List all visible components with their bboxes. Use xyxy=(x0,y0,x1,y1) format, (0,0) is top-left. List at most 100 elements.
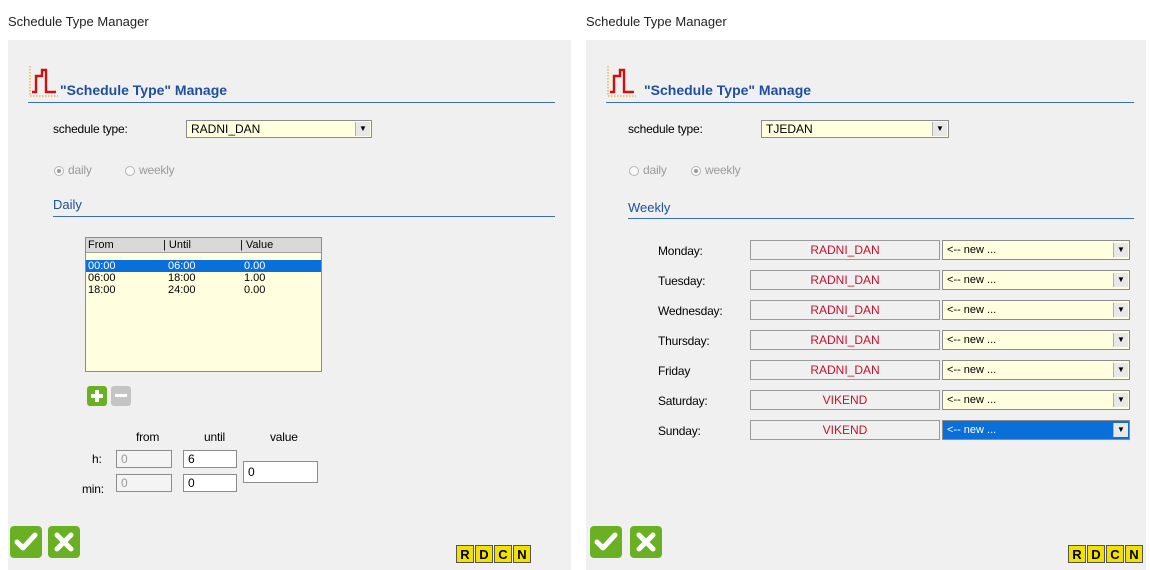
day-type-select[interactable]: <-- new ... ▼ xyxy=(942,360,1130,380)
list-item[interactable]: 06:00 18:00 1.00 xyxy=(86,272,321,284)
schedule-type-manager-window-weekly: Schedule Type Manager "Schedule Type" Ma… xyxy=(578,0,1150,570)
value-input[interactable]: 0 xyxy=(243,461,318,483)
schedule-type-select[interactable]: RADNI_DAN ▼ xyxy=(186,120,372,138)
chevron-down-icon[interactable]: ▼ xyxy=(1113,393,1128,407)
day-type-select[interactable]: <-- new ... ▼ xyxy=(942,330,1130,350)
weekly-radio[interactable] xyxy=(691,166,701,176)
manager-heading: "Schedule Type" Manage xyxy=(644,82,812,98)
cell-until: 06:00 xyxy=(168,260,196,272)
day-type-select[interactable]: <-- new ... ▼ xyxy=(942,420,1130,440)
chevron-down-icon[interactable]: ▼ xyxy=(1113,273,1128,287)
hour-from-input[interactable]: 0 xyxy=(116,450,172,468)
select-value: <-- new ... xyxy=(947,334,997,346)
cell-from: 00:00 xyxy=(88,260,116,272)
chevron-down-icon[interactable]: ▼ xyxy=(1113,423,1128,437)
cell-until: 18:00 xyxy=(168,272,196,284)
confirm-button[interactable] xyxy=(10,526,42,558)
list-item[interactable]: 00:00 06:00 0.00 xyxy=(86,260,321,272)
until-column-label: until xyxy=(204,430,226,444)
select-value: <-- new ... xyxy=(947,364,997,376)
select-value: <-- new ... xyxy=(947,304,997,316)
day-type-field: RADNI_DAN xyxy=(750,270,940,290)
cell-from: 18:00 xyxy=(88,284,116,296)
section-divider xyxy=(53,216,555,217)
n-button[interactable]: N xyxy=(1125,545,1143,563)
chevron-down-icon[interactable]: ▼ xyxy=(1113,243,1128,257)
day-type-value: RADNI_DAN xyxy=(810,363,880,377)
col-header-value[interactable]: | Value xyxy=(240,239,273,251)
chevron-down-icon[interactable]: ▼ xyxy=(1113,333,1128,347)
schedule-type-select[interactable]: TJEDAN ▼ xyxy=(761,120,949,138)
manager-heading: "Schedule Type" Manage xyxy=(60,82,228,98)
section-title-daily: Daily xyxy=(53,197,82,212)
section-title-weekly: Weekly xyxy=(628,200,671,215)
cancel-button[interactable] xyxy=(630,526,662,558)
cell-from: 06:00 xyxy=(88,272,116,284)
daily-radio[interactable] xyxy=(629,166,639,176)
list-header: From | Until | Value xyxy=(86,238,321,253)
day-type-select[interactable]: <-- new ... ▼ xyxy=(942,300,1130,320)
day-label-sunday: Sunday: xyxy=(658,424,701,438)
day-type-select[interactable]: <-- new ... ▼ xyxy=(942,390,1130,410)
list-item[interactable]: 18:00 24:00 0.00 xyxy=(86,284,321,296)
cancel-button[interactable] xyxy=(48,526,80,558)
col-header-until[interactable]: | Until xyxy=(163,239,191,251)
hour-from-value: 0 xyxy=(121,452,128,466)
daily-radio[interactable] xyxy=(54,166,64,176)
n-button[interactable]: N xyxy=(513,545,531,563)
day-label-saturday: Saturday: xyxy=(658,394,708,408)
chevron-down-icon[interactable]: ▼ xyxy=(355,122,370,136)
daily-radio-label: daily xyxy=(643,163,667,177)
minute-until-input[interactable]: 0 xyxy=(183,474,237,492)
checkmark-icon xyxy=(14,532,38,551)
day-type-value: RADNI_DAN xyxy=(810,243,880,257)
d-button[interactable]: D xyxy=(1087,545,1105,563)
value-input-value: 0 xyxy=(248,465,255,479)
heading-divider xyxy=(606,102,1134,103)
day-type-select[interactable]: <-- new ... ▼ xyxy=(942,270,1130,290)
chevron-down-icon[interactable]: ▼ xyxy=(1113,363,1128,377)
from-column-label: from xyxy=(136,430,160,444)
d-button[interactable]: D xyxy=(475,545,493,563)
day-type-field: RADNI_DAN xyxy=(750,240,940,260)
minute-from-input[interactable]: 0 xyxy=(116,474,172,492)
checkmark-icon xyxy=(594,532,618,551)
chevron-down-icon[interactable]: ▼ xyxy=(1113,303,1128,317)
rdcn-toolbar: R D C N xyxy=(1068,545,1143,563)
schedule-logo-icon xyxy=(607,66,636,97)
manager-panel: "Schedule Type" Manage schedule type: TJ… xyxy=(586,40,1146,570)
minute-from-value: 0 xyxy=(121,476,128,490)
remove-interval-button[interactable] xyxy=(111,386,131,406)
cell-value: 0.00 xyxy=(244,260,266,272)
close-icon xyxy=(636,532,656,552)
rdcn-toolbar: R D C N xyxy=(456,545,531,563)
cell-until: 24:00 xyxy=(168,284,196,296)
daily-intervals-list[interactable]: From | Until | Value 00:00 06:00 0.00 06… xyxy=(85,237,322,372)
weekly-radio[interactable] xyxy=(125,166,135,176)
schedule-type-manager-window-daily: Schedule Type Manager "Schedule Type" Ma… xyxy=(0,0,575,570)
add-interval-button[interactable] xyxy=(87,386,107,406)
r-button[interactable]: R xyxy=(456,545,474,563)
weekly-radio-label: weekly xyxy=(139,163,175,177)
hour-until-value: 6 xyxy=(188,452,195,466)
hour-until-input[interactable]: 6 xyxy=(183,450,237,468)
day-type-select[interactable]: <-- new ... ▼ xyxy=(942,240,1130,260)
chevron-down-icon[interactable]: ▼ xyxy=(932,122,947,136)
section-divider xyxy=(628,218,1134,219)
select-value: <-- new ... xyxy=(947,244,997,256)
cell-value: 1.00 xyxy=(244,272,266,284)
day-type-field: RADNI_DAN xyxy=(750,330,940,350)
confirm-button[interactable] xyxy=(590,526,622,558)
day-label-thursday: Thursday: xyxy=(658,334,710,348)
col-header-from[interactable]: From xyxy=(88,239,114,251)
r-button[interactable]: R xyxy=(1068,545,1086,563)
c-button[interactable]: C xyxy=(1106,545,1124,563)
day-type-value: RADNI_DAN xyxy=(810,303,880,317)
cell-value: 0.00 xyxy=(244,284,266,296)
day-label-tuesday: Tuesday: xyxy=(658,274,706,288)
day-type-field: RADNI_DAN xyxy=(750,360,940,380)
weekly-radio-label: weekly xyxy=(705,163,741,177)
c-button[interactable]: C xyxy=(494,545,512,563)
day-label-wednesday: Wednesday: xyxy=(658,304,723,318)
day-type-field: RADNI_DAN xyxy=(750,300,940,320)
